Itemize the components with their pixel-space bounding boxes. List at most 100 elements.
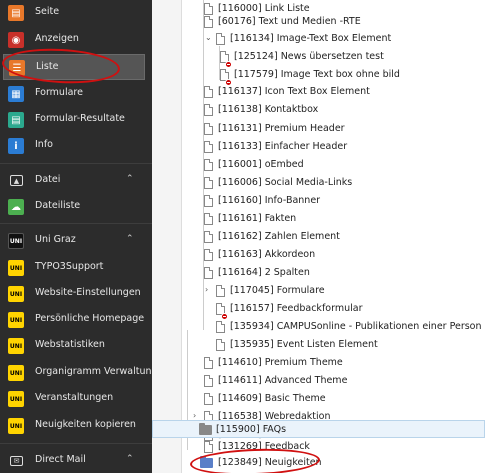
content-element-icon — [220, 69, 232, 86]
uni-logo-text: UNI — [9, 316, 23, 324]
sidebar-group-direct-mail[interactable]: ✉ Direct Mail ⌃ — [0, 448, 152, 473]
tree-gutter — [152, 0, 182, 473]
tree-item-116131[interactable]: [116131] Premium Header — [182, 120, 485, 138]
sidebar-item-label: Info — [35, 139, 53, 150]
page-tree: [116000] Link Liste [60176] Text und Med… — [182, 0, 485, 473]
chevron-up-icon: ⌃ — [126, 174, 134, 184]
content-element-icon — [220, 51, 232, 68]
content-element-icon — [204, 16, 213, 28]
uni-graz-icon: UNI — [8, 233, 24, 249]
tree-item-label: [116163] Akkordeon — [218, 249, 316, 260]
content-element-icon — [204, 213, 213, 225]
tree-item-116137[interactable]: [116137] Icon Text Box Element — [182, 83, 485, 101]
sidebar-item-label: Anzeigen — [35, 33, 79, 44]
sidebar-item-dateiliste[interactable]: ☁ Dateiliste — [0, 194, 152, 220]
content-element-icon — [204, 195, 213, 207]
sidebar-item-website-einstellungen[interactable]: UNI Website-Einstellungen — [0, 281, 152, 307]
folder-icon — [199, 423, 212, 435]
tree-item-116163[interactable]: [116163] Akkordeon — [182, 246, 485, 264]
uni-logo-icon: UNI — [8, 418, 24, 434]
tree-item-label: [116164] 2 Spalten — [218, 267, 310, 278]
content-element-icon — [204, 249, 213, 261]
tree-item-114610[interactable]: [114610] Premium Theme — [182, 354, 485, 372]
uni-logo-text: UNI — [9, 237, 23, 245]
info-icon: i — [8, 138, 24, 154]
tree-item-116001[interactable]: [116001] oEmbed — [182, 156, 485, 174]
sidebar-item-neuigkeiten-kopieren[interactable]: UNI Neuigkeiten kopieren — [0, 413, 152, 439]
content-element-icon — [204, 441, 213, 453]
tree-item-label: [116157] Feedbackformular — [230, 303, 363, 314]
tree-item-116138[interactable]: [116138] Kontaktbox — [182, 101, 485, 119]
sidebar-group-datei[interactable]: ▲ Datei ⌃ — [0, 168, 152, 194]
content-element-icon — [204, 159, 213, 171]
tree-item-117045[interactable]: › [117045] Formulare — [182, 282, 485, 300]
tree-item-114611[interactable]: [114611] Advanced Theme — [182, 372, 485, 390]
sidebar-item-anzeigen[interactable]: ◉ Anzeigen — [0, 27, 152, 53]
sidebar-divider — [0, 223, 152, 224]
content-element-icon — [204, 267, 213, 279]
content-element-icon — [204, 375, 213, 387]
tree-item-125124[interactable]: [125124] News übersetzen test — [182, 48, 485, 68]
uni-logo-icon: UNI — [8, 338, 24, 354]
tree-item-label: [116001] oEmbed — [218, 159, 304, 170]
tree-item-116134[interactable]: ⌄ [116134] Image-Text Box Element — [182, 30, 485, 48]
sidebar-group-uni-graz[interactable]: UNI Uni Graz ⌃ — [0, 228, 152, 254]
sidebar-item-veranstaltungen[interactable]: UNI Veranstaltungen — [0, 386, 152, 412]
tree-item-116157[interactable]: [116157] Feedbackformular — [182, 300, 485, 320]
tree-item-117579[interactable]: [117579] Image Text box ohne bild — [182, 66, 485, 86]
tree-item-114609[interactable]: [114609] Basic Theme — [182, 390, 485, 408]
form-results-icon: ▤ — [8, 112, 24, 128]
sidebar-item-seite[interactable]: ▤ Seite — [0, 0, 152, 26]
uni-logo-text: UNI — [9, 290, 23, 298]
content-element-icon — [204, 104, 213, 116]
chevron-right-icon[interactable]: › — [205, 285, 208, 294]
sidebar-item-formular-resultate[interactable]: ▤ Formular-Resultate — [0, 107, 152, 133]
sidebar-item-typo3support[interactable]: UNI TYPO3Support — [0, 255, 152, 281]
tree-item-label: [123849] Neuigkeiten — [218, 457, 322, 468]
tree-item-116162[interactable]: [116162] Zahlen Element — [182, 228, 485, 246]
sidebar-item-persoenliche-homepage[interactable]: UNI Persönliche Homepage — [0, 307, 152, 333]
tree-item-label: [114611] Advanced Theme — [218, 375, 348, 386]
tree-item-115900[interactable]: [115900] FAQs — [152, 420, 485, 438]
sidebar-item-formulare[interactable]: ▦ Formulare — [0, 81, 152, 107]
chevron-down-icon[interactable]: ⌄ — [205, 33, 212, 42]
tree-item-label: [125124] News übersetzen test — [234, 51, 384, 62]
tree-item-116164[interactable]: [116164] 2 Spalten — [182, 264, 485, 282]
uni-logo-text: UNI — [9, 422, 23, 430]
sidebar-item-label: Formular-Resultate — [35, 113, 125, 124]
sidebar-item-label: Webstatistiken — [35, 339, 105, 350]
tree-item-116006[interactable]: [116006] Social Media-Links — [182, 174, 485, 192]
tree-item-116133[interactable]: [116133] Einfacher Header — [182, 138, 485, 156]
sidebar-item-label: Seite — [35, 6, 60, 17]
sidebar-item-organigramm-verwaltung[interactable]: UNI Organigramm Verwaltung — [0, 360, 152, 386]
tree-item-label: [114610] Premium Theme — [218, 357, 343, 368]
tree-item-label: [116161] Fakten — [218, 213, 297, 224]
tree-item-label: [60176] Text und Medien -RTE — [218, 16, 361, 27]
content-element-icon — [204, 177, 213, 189]
content-element-icon — [204, 357, 213, 369]
tree-item-label: [116138] Kontaktbox — [218, 104, 319, 115]
chevron-right-icon[interactable]: › — [193, 411, 196, 420]
uni-logo-text: UNI — [9, 369, 23, 377]
sidebar-item-info[interactable]: i Info — [0, 133, 152, 159]
tree-item-label: [116160] Info-Banner — [218, 195, 321, 206]
sidebar-item-liste[interactable]: ☰ Liste — [3, 54, 145, 80]
form-icon: ▦ — [8, 86, 24, 102]
sidebar-divider — [0, 163, 152, 164]
tree-item-label: [135934] CAMPUSonline - Publikationen ei… — [230, 321, 482, 332]
tree-item-123849[interactable]: [123849] Neuigkeiten — [182, 454, 485, 472]
uni-logo-icon: UNI — [8, 312, 24, 328]
module-sidebar: ▤ Seite ◉ Anzeigen ☰ Liste ▦ Formulare ▤… — [0, 0, 152, 473]
uni-logo-text: UNI — [9, 395, 23, 403]
content-element-icon — [216, 33, 225, 45]
tree-item-60176[interactable]: [60176] Text und Medien -RTE — [182, 13, 485, 31]
uni-logo-text: UNI — [9, 342, 23, 350]
sidebar-item-label: Website-Einstellungen — [35, 287, 141, 298]
tree-item-135934[interactable]: [135934] CAMPUSonline - Publikationen ei… — [182, 318, 485, 336]
sidebar-divider — [0, 443, 152, 444]
tree-item-135935[interactable]: [135935] Event Listen Element — [182, 336, 485, 354]
tree-item-116161[interactable]: [116161] Fakten — [182, 210, 485, 228]
sidebar-item-webstatistiken[interactable]: UNI Webstatistiken — [0, 333, 152, 359]
list-icon: ☰ — [9, 60, 25, 76]
tree-item-116160[interactable]: [116160] Info-Banner — [182, 192, 485, 210]
